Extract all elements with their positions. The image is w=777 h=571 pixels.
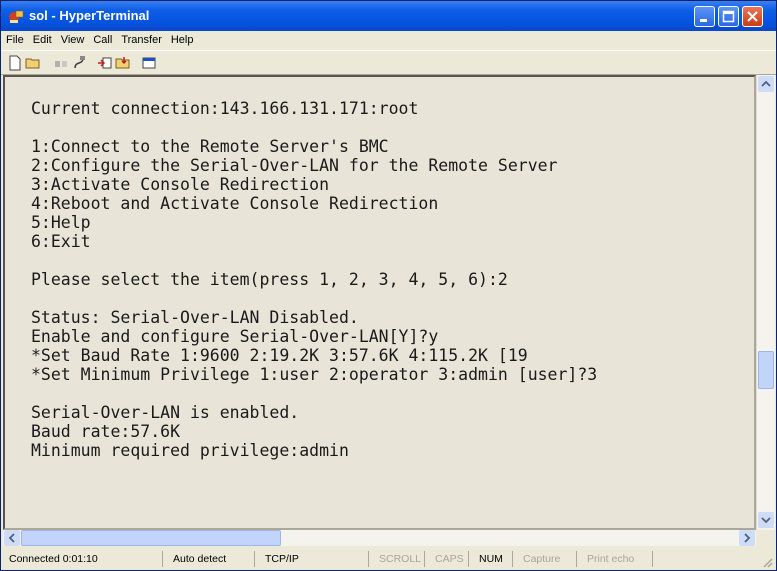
connect-icon[interactable] bbox=[71, 55, 87, 71]
hyperterminal-window: sol - HyperTerminal File Edit View Call Tran… bbox=[0, 0, 777, 571]
terminal-output[interactable]: Current connection:143.166.131.171:root … bbox=[3, 75, 756, 530]
menu-edit[interactable]: Edit bbox=[28, 31, 56, 46]
minimize-button[interactable] bbox=[694, 6, 715, 27]
menu-transfer[interactable]: Transfer bbox=[116, 31, 166, 46]
window-title: sol - HyperTerminal bbox=[29, 8, 150, 23]
terminal-text: Current connection:143.166.131.171:root … bbox=[31, 99, 598, 460]
status-detect: Auto detect bbox=[167, 551, 255, 567]
close-icon bbox=[747, 11, 758, 22]
status-scroll: SCROLL bbox=[373, 551, 425, 567]
maximize-icon bbox=[722, 10, 735, 23]
status-num: NUM bbox=[473, 551, 513, 567]
open-icon[interactable] bbox=[25, 55, 41, 71]
toolbar bbox=[1, 50, 776, 75]
menu-help[interactable]: Help bbox=[166, 31, 198, 46]
resize-grip-icon[interactable] bbox=[761, 556, 773, 568]
close-button[interactable] bbox=[742, 6, 763, 27]
new-icon[interactable] bbox=[7, 55, 23, 71]
vertical-scrollbar[interactable] bbox=[756, 75, 775, 530]
status-print-echo: Print echo bbox=[581, 551, 653, 567]
title-bar[interactable]: sol - HyperTerminal bbox=[1, 1, 776, 31]
status-bar: Connected 0:01:10 Auto detect TCP/IP SCR… bbox=[1, 548, 776, 570]
scroll-right-button[interactable] bbox=[739, 530, 755, 546]
chevron-down-icon bbox=[761, 517, 771, 524]
chevron-right-icon bbox=[744, 533, 751, 543]
scroll-left-button[interactable] bbox=[4, 530, 20, 546]
menu-view[interactable]: View bbox=[56, 31, 89, 46]
menu-bar: File Edit View Call Transfer Help bbox=[1, 31, 776, 50]
status-connected-time: Connected 0:01:10 bbox=[3, 551, 163, 567]
receive-icon[interactable] bbox=[115, 55, 131, 71]
chevron-up-icon bbox=[761, 80, 771, 87]
properties-icon[interactable] bbox=[141, 55, 157, 71]
horizontal-scroll-thumb[interactable] bbox=[21, 530, 281, 546]
maximize-button[interactable] bbox=[718, 6, 739, 27]
send-icon[interactable] bbox=[97, 55, 113, 71]
menu-call[interactable]: Call bbox=[88, 31, 116, 46]
menu-file[interactable]: File bbox=[1, 31, 28, 46]
horizontal-scrollbar[interactable] bbox=[3, 530, 756, 546]
status-capture: Capture bbox=[517, 551, 577, 567]
vertical-scroll-thumb[interactable] bbox=[758, 351, 774, 389]
scroll-down-button[interactable] bbox=[758, 512, 774, 528]
hyperterminal-app-icon bbox=[9, 10, 24, 23]
chevron-left-icon bbox=[8, 533, 15, 543]
disconnect-icon[interactable] bbox=[53, 55, 69, 71]
scroll-up-button[interactable] bbox=[758, 76, 774, 92]
status-caps: CAPS bbox=[429, 551, 469, 567]
minimize-icon bbox=[700, 19, 707, 22]
status-protocol: TCP/IP bbox=[259, 551, 369, 567]
